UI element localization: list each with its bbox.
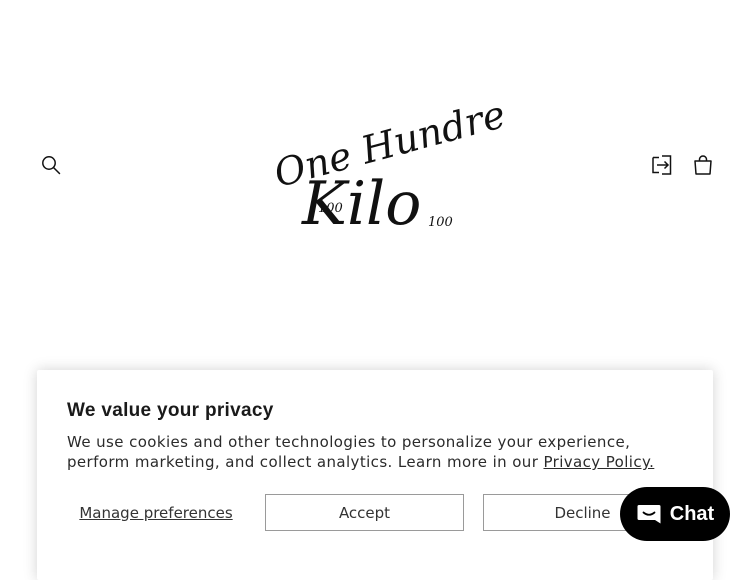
- logo-number-left: 100: [318, 201, 343, 216]
- cart-button[interactable]: [690, 152, 716, 178]
- store-logo[interactable]: One Hundred Kilo 100 100: [268, 86, 533, 239]
- search-button[interactable]: [38, 152, 64, 178]
- chat-label: Chat: [669, 502, 715, 525]
- account-icon: [652, 155, 672, 175]
- banner-text: We use cookies and other technologies to…: [67, 432, 687, 472]
- banner-title: We value your privacy: [67, 400, 274, 421]
- site-header: One Hundred Kilo 100 100: [0, 0, 750, 330]
- logo-number-right: 100: [428, 215, 453, 230]
- chat-button[interactable]: Chat: [620, 487, 730, 541]
- cart-icon: [694, 155, 712, 175]
- search-icon: [42, 156, 61, 175]
- cookie-consent-banner: We value your privacy We use cookies and…: [37, 370, 713, 580]
- accept-button[interactable]: Accept: [265, 494, 464, 531]
- account-button[interactable]: [649, 152, 675, 178]
- manage-preferences-button[interactable]: Manage preferences: [67, 494, 245, 531]
- chat-bubble-icon: [637, 505, 661, 524]
- privacy-policy-link[interactable]: Privacy Policy.: [543, 453, 654, 471]
